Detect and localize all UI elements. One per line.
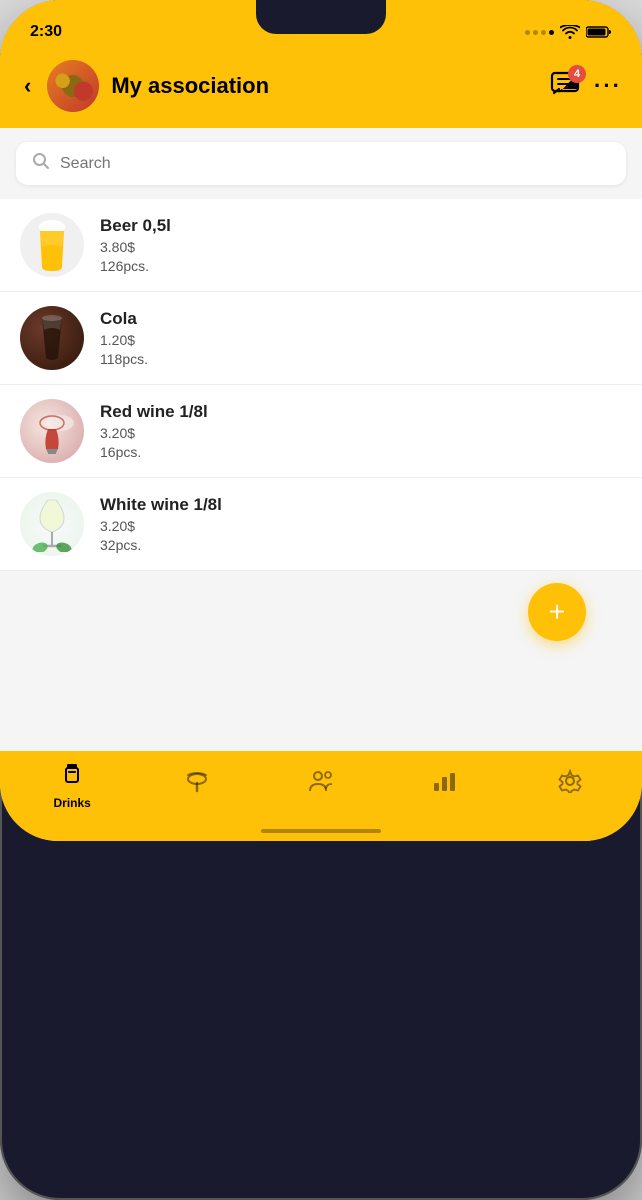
avatar [47,60,99,112]
status-icons [525,25,612,39]
nav-item-drinks[interactable]: Drinks [42,762,102,810]
notification-badge: 4 [568,65,586,83]
header-actions: 4 ··· [550,71,622,102]
item-price: 1.20$ [100,332,148,348]
nav-item-settings[interactable] [540,769,600,803]
list-item[interactable]: Red wine 1/8l 3.20$ 16pcs. [0,385,642,478]
item-info-red-wine: Red wine 1/8l 3.20$ 16pcs. [100,402,208,460]
notch [256,0,386,34]
search-icon [32,152,50,175]
signal-icon [525,30,554,35]
notification-button[interactable]: 4 [550,71,580,102]
phone-frame: 2:30 [0,0,642,1200]
drinks-icon [60,762,84,792]
battery-icon [586,25,612,39]
app-header: ‹ My association 4 [0,52,642,128]
settings-icon [557,769,583,799]
red-wine-icon [26,405,78,457]
item-info-beer: Beer 0,5l 3.80$ 126pcs. [100,216,171,274]
nav-item-people[interactable] [291,769,351,803]
nav-item-stats[interactable] [415,769,475,803]
item-image-beer [20,213,84,277]
item-info-white-wine: White wine 1/8l 3.20$ 32pcs. [100,495,222,553]
header-title: My association [111,73,538,99]
item-name: Red wine 1/8l [100,402,208,422]
item-name: Beer 0,5l [100,216,171,236]
item-price: 3.20$ [100,425,208,441]
search-input[interactable] [60,155,610,173]
item-price: 3.20$ [100,518,222,534]
status-time: 2:30 [30,23,62,41]
item-qty: 126pcs. [100,258,171,274]
more-options-button[interactable]: ··· [594,73,622,99]
item-image-white-wine [20,492,84,556]
item-qty: 118pcs. [100,351,148,367]
items-list: Beer 0,5l 3.80$ 126pcs. Cola 1.20$ [0,199,642,751]
wifi-icon [560,25,580,39]
white-wine-icon [26,496,78,552]
item-image-cola [20,306,84,370]
item-qty: 32pcs. [100,537,222,553]
item-info-cola: Cola 1.20$ 118pcs. [100,309,148,367]
list-item[interactable]: Beer 0,5l 3.80$ 126pcs. [0,199,642,292]
people-icon [306,769,336,799]
item-name: White wine 1/8l [100,495,222,515]
search-container [0,128,642,199]
item-name: Cola [100,309,148,329]
back-button[interactable]: ‹ [20,69,35,103]
list-item[interactable]: Cola 1.20$ 118pcs. [0,292,642,385]
nav-label-drinks: Drinks [54,796,91,810]
stats-icon [432,769,458,799]
bottom-nav: Drinks [0,751,642,841]
search-box [16,142,626,185]
list-item[interactable]: White wine 1/8l 3.20$ 32pcs. [0,478,642,571]
beer-glass-icon [32,217,72,273]
item-qty: 16pcs. [100,444,208,460]
food-icon [184,769,210,799]
nav-item-food[interactable] [167,769,227,803]
item-image-red-wine [20,399,84,463]
phone-screen: 2:30 [0,0,642,841]
home-indicator [261,829,381,833]
item-price: 3.80$ [100,239,171,255]
add-fab-button[interactable]: + [528,583,586,641]
cola-glass-icon [34,314,70,362]
